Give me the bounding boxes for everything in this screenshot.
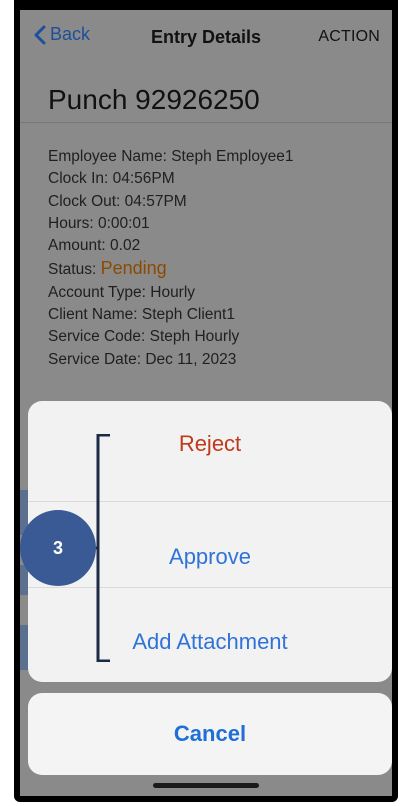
header-divider bbox=[20, 122, 392, 123]
amount: Amount: 0.02 bbox=[48, 237, 141, 255]
client-name: Client Name: Steph Client1 bbox=[48, 306, 235, 324]
service-date: Service Date: Dec 11, 2023 bbox=[48, 350, 237, 368]
home-indicator[interactable] bbox=[153, 783, 259, 788]
navigation-bar: Back Entry Details ACTION bbox=[20, 10, 392, 66]
status-badge: Pending bbox=[100, 258, 167, 279]
cancel-button[interactable]: Cancel bbox=[28, 693, 392, 775]
clock-out: Clock Out: 04:57PM bbox=[48, 192, 187, 210]
hours: Hours: 0:00:01 bbox=[48, 214, 150, 232]
reject-button[interactable]: Reject bbox=[28, 401, 392, 487]
service-code: Service Code: Steph Hourly bbox=[48, 328, 240, 346]
add-attachment-button[interactable]: Add Attachment bbox=[28, 599, 392, 682]
account-type: Account Type: Hourly bbox=[48, 283, 196, 301]
sheet-divider bbox=[28, 501, 392, 502]
sheet-divider bbox=[28, 587, 392, 588]
step-badge: 3 bbox=[20, 510, 96, 586]
clock-in: Clock In: 04:56PM bbox=[48, 170, 175, 188]
entry-details: Employee Name: Steph Employee1 Clock In:… bbox=[48, 146, 294, 371]
punch-title: Punch 92926250 bbox=[48, 84, 260, 115]
action-button[interactable]: ACTION bbox=[318, 28, 380, 46]
employee-name: Employee Name: Steph Employee1 bbox=[48, 148, 294, 165]
app-screen: Back Entry Details ACTION Punch 92926250… bbox=[20, 10, 392, 796]
annotation-bracket bbox=[96, 434, 110, 662]
status-row: Status: Pending bbox=[48, 257, 294, 281]
status-label: Status: bbox=[48, 261, 101, 279]
